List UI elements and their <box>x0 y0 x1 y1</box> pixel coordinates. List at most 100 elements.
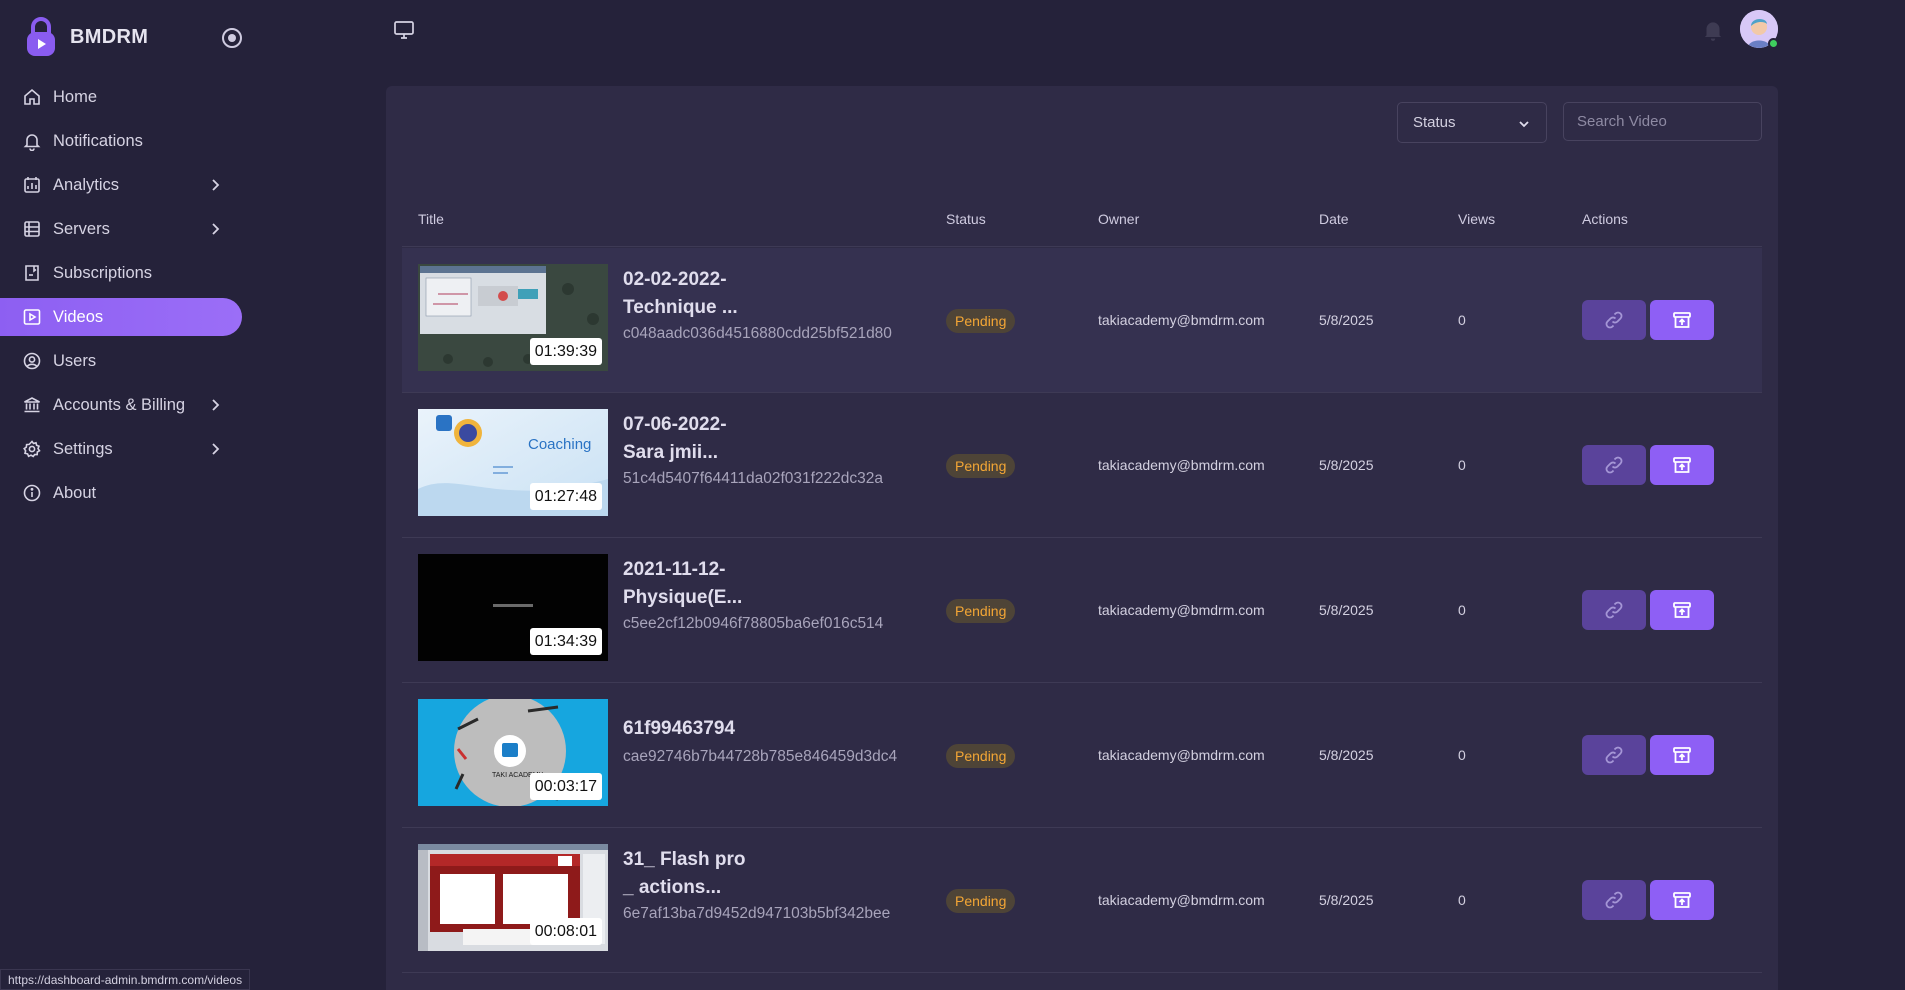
status-badge: Pending <box>946 309 1016 333</box>
video-date: 5/8/2025 <box>1319 892 1374 908</box>
table-header: Title Status Owner Date Views Actions <box>402 200 1762 247</box>
column-header-date[interactable]: Date <box>1319 211 1349 227</box>
bank-icon <box>22 395 42 415</box>
video-thumbnail[interactable]: 01:39:39 <box>418 264 608 371</box>
column-header-views[interactable]: Views <box>1458 211 1495 227</box>
sidebar-item-label: Videos <box>53 307 104 326</box>
radio-dot-icon <box>228 34 236 42</box>
link-icon <box>1605 891 1623 909</box>
copy-link-button[interactable] <box>1582 300 1646 340</box>
link-icon <box>1605 601 1623 619</box>
server-icon <box>22 219 42 239</box>
sidebar-item-accounts-billing[interactable]: Accounts & Billing <box>0 386 242 424</box>
column-header-status[interactable]: Status <box>946 211 986 227</box>
archive-button[interactable] <box>1650 590 1714 630</box>
video-title-line1: 02-02-2022- <box>623 269 727 290</box>
video-thumbnail[interactable]: Coaching 01:27:48 <box>418 409 608 516</box>
sidebar-nav: Home Notifications Analytics Servers Sub… <box>0 78 242 518</box>
notification-bell-icon[interactable] <box>1700 17 1726 43</box>
link-icon <box>1605 456 1623 474</box>
video-title[interactable]: 31_ Flash pro _ actions... <box>623 846 883 902</box>
sidebar-item-videos[interactable]: Videos <box>0 298 242 336</box>
copy-link-button[interactable] <box>1582 880 1646 920</box>
subscription-icon <box>22 263 42 283</box>
sidebar-item-label: Users <box>53 351 97 370</box>
table-row[interactable]: Coaching 01:27:48 07-06-2022- Sara jmii.… <box>402 393 1762 538</box>
video-duration: 01:27:48 <box>529 483 602 510</box>
sidebar-item-subscriptions[interactable]: Subscriptions <box>0 254 242 292</box>
sidebar-item-label: Accounts & Billing <box>53 395 186 414</box>
sidebar-item-servers[interactable]: Servers <box>0 210 242 248</box>
video-date: 5/8/2025 <box>1319 747 1374 763</box>
video-views: 0 <box>1458 312 1466 328</box>
video-title-line1: 2021-11-12- <box>623 559 726 580</box>
table-row[interactable]: 00:08:01 31_ Flash pro _ actions... 6e7a… <box>402 828 1762 973</box>
archive-button[interactable] <box>1650 880 1714 920</box>
link-icon <box>1605 746 1623 764</box>
sidebar-item-settings[interactable]: Settings <box>0 430 242 468</box>
archive-button[interactable] <box>1650 445 1714 485</box>
archive-button[interactable] <box>1650 735 1714 775</box>
video-views: 0 <box>1458 892 1466 908</box>
thumbnail-text: Coaching <box>528 436 591 453</box>
video-date: 5/8/2025 <box>1319 602 1374 618</box>
sidebar-collapse-toggle[interactable] <box>222 28 242 48</box>
status-badge: Pending <box>946 744 1016 768</box>
sidebar-item-about[interactable]: About <box>0 474 242 512</box>
status-filter-select[interactable]: Status <box>1397 102 1547 143</box>
table-row[interactable]: 01:39:39 02-02-2022- Technique ... c048a… <box>402 248 1762 393</box>
video-views: 0 <box>1458 457 1466 473</box>
video-title[interactable]: 2021-11-12- Physique(E... <box>623 556 883 612</box>
sidebar: BMDRM Home Notifications Analytics Serve… <box>0 0 260 990</box>
copy-link-button[interactable] <box>1582 590 1646 630</box>
video-thumbnail[interactable]: TAKI ACADEMY 00:03:17 <box>418 699 608 806</box>
table-row[interactable]: TAKI ACADEMY 00:03:17 61f99463794 cae927… <box>402 683 1762 828</box>
brand[interactable]: BMDRM <box>24 16 148 58</box>
sidebar-item-label: Subscriptions <box>53 263 153 282</box>
copy-link-button[interactable] <box>1582 445 1646 485</box>
video-table-body: 01:39:39 02-02-2022- Technique ... c048a… <box>402 248 1762 973</box>
column-header-actions: Actions <box>1582 211 1628 227</box>
link-icon <box>1605 311 1623 329</box>
copy-link-button[interactable] <box>1582 735 1646 775</box>
video-title-line1: 07-06-2022- <box>623 414 727 435</box>
chevron-right-icon <box>212 443 220 455</box>
video-title[interactable]: 61f99463794 <box>623 715 883 743</box>
chevron-right-icon <box>212 399 220 411</box>
archive-icon <box>1673 312 1691 328</box>
video-views: 0 <box>1458 602 1466 618</box>
video-views: 0 <box>1458 747 1466 763</box>
search-video-input[interactable] <box>1563 102 1762 141</box>
video-title[interactable]: 02-02-2022- Technique ... <box>623 266 883 322</box>
chevron-right-icon <box>212 223 220 235</box>
column-header-owner[interactable]: Owner <box>1098 211 1139 227</box>
sidebar-item-label: Servers <box>53 219 110 238</box>
column-header-title[interactable]: Title <box>418 211 444 227</box>
sidebar-item-label: Home <box>53 87 98 106</box>
video-thumbnail[interactable]: 01:34:39 <box>418 554 608 661</box>
chevron-down-icon <box>1519 121 1529 128</box>
status-badge: Pending <box>946 454 1016 478</box>
video-hash: c048aadc036d4516880cdd25bf521d80 <box>623 325 892 342</box>
sidebar-item-notifications[interactable]: Notifications <box>0 122 242 160</box>
sidebar-item-users[interactable]: Users <box>0 342 242 380</box>
video-thumbnail[interactable]: 00:08:01 <box>418 844 608 951</box>
video-duration: 00:03:17 <box>529 773 602 800</box>
archive-button[interactable] <box>1650 300 1714 340</box>
sidebar-item-home[interactable]: Home <box>0 78 242 116</box>
archive-icon <box>1673 892 1691 908</box>
monitor-icon[interactable] <box>392 18 416 42</box>
browser-status-url: https://dashboard-admin.bmdrm.com/videos <box>0 969 251 990</box>
video-owner: takiacademy@bmdrm.com <box>1098 457 1265 473</box>
chevron-right-icon <box>212 179 220 191</box>
video-title[interactable]: 07-06-2022- Sara jmii... <box>623 411 883 467</box>
table-row[interactable]: 01:34:39 2021-11-12- Physique(E... c5ee2… <box>402 538 1762 683</box>
video-title-line2: Technique ... <box>623 297 738 318</box>
video-title-line2: Sara jmii... <box>623 442 719 463</box>
sidebar-item-analytics[interactable]: Analytics <box>0 166 242 204</box>
archive-icon <box>1673 602 1691 618</box>
archive-icon <box>1673 457 1691 473</box>
analytics-icon <box>22 175 42 195</box>
video-date: 5/8/2025 <box>1319 312 1374 328</box>
video-hash: c5ee2cf12b0946f78805ba6ef016c514 <box>623 615 884 632</box>
